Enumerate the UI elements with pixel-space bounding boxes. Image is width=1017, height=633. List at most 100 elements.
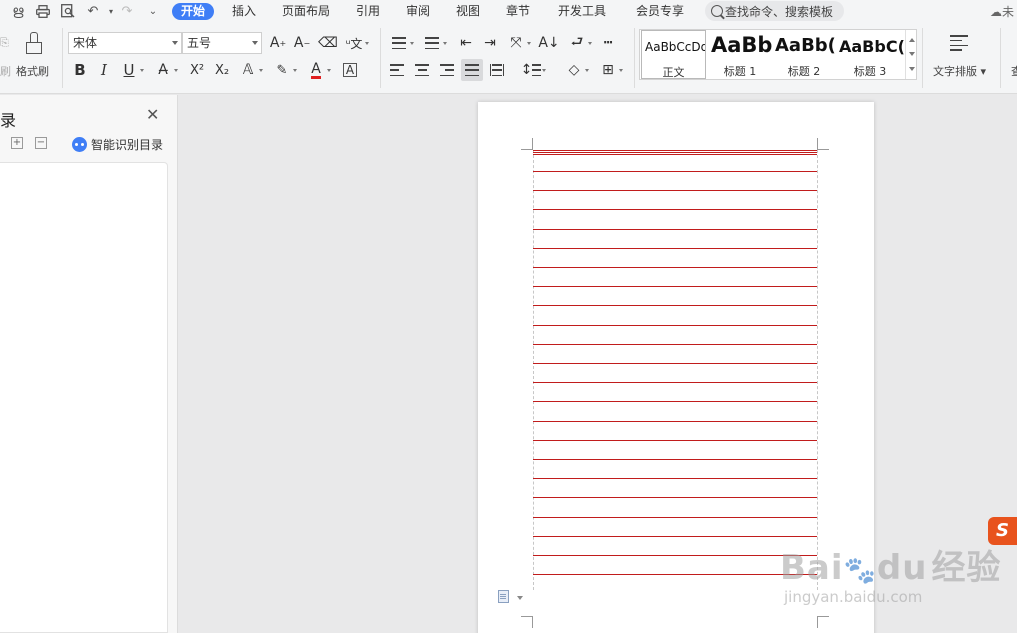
tab-page-layout[interactable]: 页面布局 <box>282 3 330 20</box>
font-name-select[interactable]: 宋体 <box>68 32 182 54</box>
style-heading-1[interactable]: AaBb 标题 1 <box>708 30 772 79</box>
cloud-sync-icon[interactable]: ഋ <box>9 2 27 20</box>
tab-references[interactable]: 引用 <box>356 3 380 20</box>
shrink-font-icon[interactable]: A − <box>291 32 313 54</box>
style-heading-2[interactable]: AaBb( 标题 2 <box>772 30 836 79</box>
format-painter-icon[interactable] <box>24 32 44 58</box>
search-placeholder: 查找命令、搜索模板 <box>725 4 834 19</box>
chevron-down-icon <box>252 41 258 45</box>
distribute-icon[interactable] <box>486 59 508 81</box>
redo-icon[interactable]: ↷ <box>118 2 136 20</box>
highlight-icon[interactable]: ✎ <box>271 59 297 81</box>
tab-developer[interactable]: 开发工具 <box>558 3 606 20</box>
print-preview-icon[interactable] <box>59 2 77 20</box>
cloud-status-label: 未 <box>1002 5 1015 19</box>
document-icon[interactable] <box>498 590 509 603</box>
font-size-select[interactable]: 五号 <box>182 32 262 54</box>
ruled-line <box>533 440 817 442</box>
text-effect-icon[interactable]: A̶ <box>152 59 178 81</box>
ruled-line <box>533 190 817 192</box>
ruled-line <box>533 286 817 288</box>
tab-view[interactable]: 视图 <box>456 3 480 20</box>
command-search-input[interactable]: 查找命令、搜索模板 <box>705 1 844 21</box>
ruled-line <box>533 267 817 269</box>
tab-review[interactable]: 审阅 <box>406 3 430 20</box>
bold-icon[interactable]: B <box>69 59 91 81</box>
ribbon-separator <box>380 28 381 88</box>
ruled-line <box>533 150 817 152</box>
ruled-line <box>533 363 817 365</box>
show-marks-icon[interactable]: ⮐ <box>566 32 592 54</box>
text-layout-icon[interactable] <box>948 32 970 54</box>
smart-toc-button[interactable]: 智能识别目录 <box>72 136 163 153</box>
justify-icon[interactable] <box>461 59 483 81</box>
ruled-line <box>533 344 817 346</box>
text-outline-icon[interactable]: 𝔸 <box>237 59 263 81</box>
toc-list[interactable] <box>0 162 168 633</box>
ribbon-separator <box>62 28 63 88</box>
style-sample: AaBb( <box>775 35 836 56</box>
smart-toc-label: 智能识别目录 <box>91 138 164 152</box>
decrease-indent-icon[interactable]: ⇤ <box>455 32 477 54</box>
chinese-layout-icon[interactable]: ⤧ <box>505 32 531 54</box>
quick-access-more-icon[interactable]: ⌄ <box>144 2 162 20</box>
collapse-all-icon[interactable]: − <box>35 137 47 149</box>
chevron-down-icon <box>327 69 331 72</box>
find-button-fragment[interactable]: 查 <box>1011 63 1017 79</box>
tab-insert[interactable]: 插入 <box>232 3 256 20</box>
grow-font-icon[interactable]: A + <box>267 32 289 54</box>
ruled-line <box>533 517 817 519</box>
underline-icon[interactable]: U <box>118 59 144 81</box>
search-icon <box>711 5 723 17</box>
sort-icon[interactable]: A↓ <box>538 32 560 54</box>
italic-icon[interactable]: I <box>93 59 115 81</box>
align-right-icon[interactable] <box>436 59 458 81</box>
char-border-icon[interactable]: A <box>339 59 361 81</box>
undo-icon[interactable]: ↶ <box>84 2 102 20</box>
watermark-url: jingyan.baidu.com <box>784 588 923 606</box>
align-left-icon[interactable] <box>386 59 408 81</box>
crop-mark <box>521 616 533 628</box>
clear-format-icon[interactable]: ⌫ <box>317 32 339 54</box>
cloud-status[interactable]: ☁未 <box>990 3 1014 20</box>
superscript-icon[interactable]: X² <box>186 59 208 81</box>
font-color-icon[interactable]: A <box>305 59 331 81</box>
subscript-icon[interactable]: X₂ <box>211 59 233 81</box>
format-painter-button[interactable]: 格式刷 <box>16 63 49 79</box>
nav-pane-title: 录 <box>0 111 17 130</box>
expand-all-icon[interactable]: + <box>11 137 23 149</box>
navigation-pane: 录 ✕ + − 智能识别目录 <box>0 95 178 633</box>
ruled-line <box>533 152 817 154</box>
print-icon[interactable] <box>34 2 52 20</box>
numbered-list-icon[interactable] <box>421 32 447 54</box>
tab-chapter[interactable]: 章节 <box>506 3 530 20</box>
table-grid-icon[interactable]: ┅ <box>597 32 619 54</box>
align-center-icon[interactable] <box>411 59 433 81</box>
bullet-list-icon[interactable] <box>388 32 414 54</box>
tab-member[interactable]: 会员专享 <box>636 3 684 20</box>
ruled-line <box>533 154 817 156</box>
shading-icon[interactable]: ◇ <box>563 59 589 81</box>
text-layout-button[interactable]: 文字排版 ▾ <box>933 63 986 79</box>
ruled-line <box>533 421 817 423</box>
chevron-down-icon <box>293 69 297 72</box>
line-spacing-icon[interactable]: ↕ <box>520 59 546 81</box>
phonetic-guide-icon[interactable]: ᵘ文 <box>343 32 369 54</box>
increase-indent-icon[interactable]: ⇥ <box>479 32 501 54</box>
styles-scrollbar[interactable] <box>905 30 916 79</box>
style-sample: AaBbCcDd <box>645 40 706 54</box>
close-icon[interactable]: ✕ <box>146 107 159 123</box>
chevron-up-icon <box>909 38 915 42</box>
ruled-line <box>533 248 817 250</box>
style-heading-3[interactable]: AaBbC( 标题 3 <box>836 30 904 79</box>
crop-mark <box>817 616 829 628</box>
tab-home[interactable]: 开始 <box>172 3 215 20</box>
chevron-down-icon <box>365 42 369 45</box>
ruled-line <box>533 229 817 231</box>
style-normal[interactable]: AaBbCcDd 正文 <box>641 30 706 79</box>
paste-cut-icon[interactable]: ⎘ <box>0 36 9 50</box>
chevron-down-icon[interactable] <box>517 596 523 600</box>
paw-icon: 🐾 <box>843 556 877 586</box>
borders-icon[interactable]: ⊞ <box>597 59 623 81</box>
style-name: 标题 1 <box>723 65 757 78</box>
